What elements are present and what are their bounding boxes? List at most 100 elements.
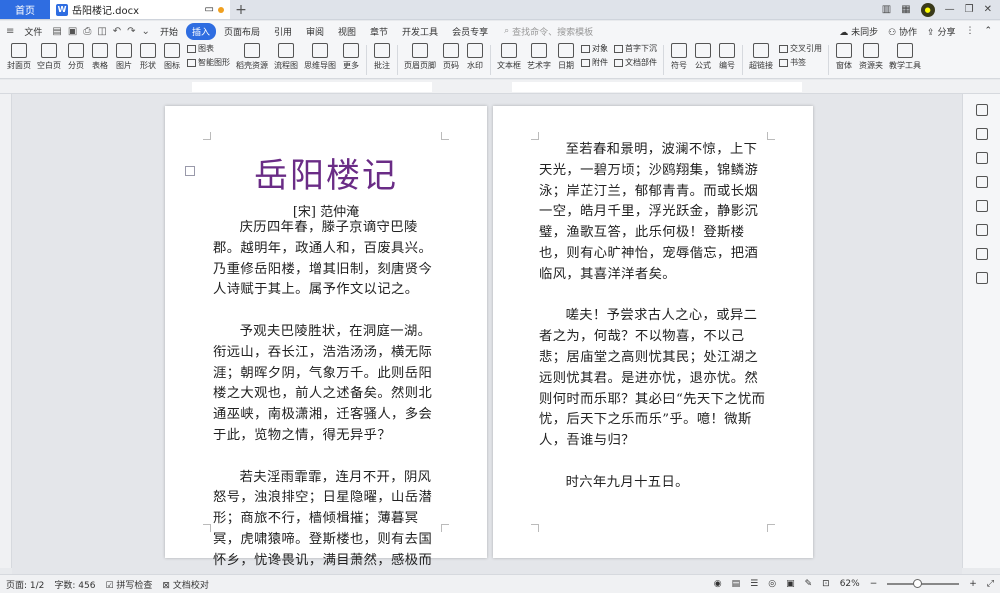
- menu-item-view[interactable]: 视图: [332, 23, 362, 40]
- style-icon[interactable]: [975, 104, 988, 116]
- print-icon[interactable]: ⎙: [81, 26, 93, 37]
- write-mode-icon[interactable]: ▣: [786, 579, 795, 589]
- close-icon[interactable]: ✕: [984, 4, 992, 15]
- header-footer-button[interactable]: 页眉页脚: [401, 43, 439, 71]
- screen-icon[interactable]: ▭: [205, 4, 214, 15]
- picture-button[interactable]: 图片: [112, 43, 136, 71]
- cover-page-button[interactable]: 封面页: [4, 43, 34, 71]
- location-icon[interactable]: [975, 248, 988, 260]
- avatar[interactable]: ●: [920, 2, 935, 17]
- comment-button[interactable]: 批注: [370, 43, 394, 71]
- more-icon[interactable]: ⋮: [965, 26, 974, 36]
- zoom-slider-handle[interactable]: [913, 579, 923, 588]
- save-icon[interactable]: ▣: [66, 26, 79, 37]
- eye-protect-icon[interactable]: ◉: [714, 579, 722, 589]
- flowchart-icon: [278, 43, 294, 58]
- symbol-button[interactable]: 符号: [667, 43, 691, 71]
- menu-item-chapter[interactable]: 章节: [364, 23, 394, 40]
- date-button[interactable]: 日期: [554, 43, 578, 71]
- crossref-button[interactable]: 交叉引用: [779, 43, 822, 54]
- page-view-icon[interactable]: ▤: [732, 579, 741, 589]
- proofread-button[interactable]: ⊠ 文档校对: [162, 578, 208, 591]
- doc-parts-button[interactable]: 文档部件: [614, 57, 657, 68]
- blank-page-button[interactable]: 空白页: [34, 43, 64, 71]
- preview-icon[interactable]: ◫: [95, 26, 108, 37]
- label: 图表: [198, 44, 214, 53]
- chart-button[interactable]: 图表: [187, 43, 230, 54]
- command-search[interactable]: ⌕ 查找命令、搜索模板: [504, 25, 593, 38]
- menu-item-devtools[interactable]: 开发工具: [396, 23, 444, 40]
- page-break-button[interactable]: 分页: [64, 43, 88, 71]
- translate-icon[interactable]: [975, 224, 988, 236]
- more-button[interactable]: 更多: [339, 43, 363, 71]
- web-view-icon[interactable]: ◎: [768, 579, 776, 589]
- document-canvas[interactable]: 岳阳楼记 [宋] 范仲淹 庆历四年春，滕子京谪守巴陵郡。越明年，政通人和，百废具…: [12, 94, 962, 589]
- spell-check-toggle[interactable]: ☑ 拼写检查: [105, 578, 152, 591]
- pen-icon[interactable]: ✎: [805, 579, 813, 589]
- redo-icon[interactable]: ↷: [125, 26, 137, 37]
- zoom-in-button[interactable]: +: [969, 579, 977, 589]
- textbox-button[interactable]: 文本框: [494, 43, 524, 71]
- menu-item-reference[interactable]: 引用: [268, 23, 298, 40]
- collab-button[interactable]: ⚇ 协作: [888, 25, 917, 38]
- share-button[interactable]: ⇪ 分享: [927, 25, 955, 38]
- restore-icon[interactable]: ❐: [965, 4, 974, 15]
- fit-page-icon[interactable]: ⊡: [822, 579, 830, 589]
- menu-item-member[interactable]: 会员专享: [446, 23, 494, 40]
- table-button[interactable]: 表格: [88, 43, 112, 71]
- doc-icon[interactable]: [975, 128, 988, 140]
- zoom-slider[interactable]: [887, 579, 960, 588]
- outline-view-icon[interactable]: ☰: [750, 579, 758, 589]
- page-1[interactable]: 岳阳楼记 [宋] 范仲淹 庆历四年春，滕子京谪守巴陵郡。越明年，政通人和，百废具…: [165, 106, 487, 589]
- page-2[interactable]: 至若春和景明，波澜不惊，上下天光，一碧万顷；沙鸥翔集，锦鳞游泳；岸芷汀兰，郁郁青…: [493, 106, 813, 558]
- icon-button[interactable]: 图标: [160, 43, 184, 71]
- settings-sliders-icon[interactable]: [975, 176, 988, 188]
- shape-button[interactable]: 形状: [136, 43, 160, 71]
- wordart-button[interactable]: 艺术字: [524, 43, 554, 71]
- menu-file[interactable]: 文件: [18, 23, 48, 40]
- tab-home[interactable]: 首页: [0, 0, 50, 19]
- flowchart-button[interactable]: 流程图: [271, 43, 301, 71]
- page-count[interactable]: 页面: 1/2: [6, 578, 44, 591]
- collapse-ribbon-icon[interactable]: ⌃: [984, 26, 992, 36]
- menu-item-start[interactable]: 开始: [154, 23, 184, 40]
- numbering-button[interactable]: 编号: [715, 43, 739, 71]
- vertical-ruler[interactable]: [0, 94, 12, 568]
- zoom-level[interactable]: 62%: [840, 579, 860, 589]
- teaching-tools-button[interactable]: 教学工具: [886, 43, 924, 71]
- form-button[interactable]: 窗体: [832, 43, 856, 71]
- open-icon[interactable]: ▤: [50, 26, 63, 37]
- book-icon[interactable]: [975, 272, 988, 284]
- docer-resource-button[interactable]: 稻壳资源: [233, 43, 271, 71]
- layout-icon[interactable]: ▥: [882, 4, 891, 15]
- menu-item-insert[interactable]: 插入: [185, 22, 216, 40]
- page-number-button[interactable]: 页码: [439, 43, 463, 71]
- new-tab-button[interactable]: +: [230, 0, 252, 19]
- resource-folder-button[interactable]: 资源夹: [856, 43, 886, 71]
- watermark-button[interactable]: 水印: [463, 43, 487, 71]
- menu-item-layout[interactable]: 页面布局: [218, 23, 266, 40]
- horizontal-ruler[interactable]: [0, 80, 1000, 94]
- grid-icon[interactable]: ▦: [901, 4, 910, 15]
- hyperlink-button[interactable]: 超链接: [746, 43, 776, 71]
- menu-item-review[interactable]: 审阅: [300, 23, 330, 40]
- object-button[interactable]: 对象: [581, 43, 608, 54]
- dropcap-button[interactable]: 首字下沉: [614, 43, 657, 54]
- smart-art-button[interactable]: 智能图形: [187, 57, 230, 68]
- hamburger-icon[interactable]: ≡: [4, 26, 16, 37]
- chevron-down-icon[interactable]: ⌄: [140, 26, 152, 37]
- minimize-icon[interactable]: —: [945, 4, 955, 15]
- help-icon[interactable]: [975, 200, 988, 212]
- attachment-button[interactable]: 附件: [581, 57, 608, 68]
- cursor-icon[interactable]: [975, 152, 988, 164]
- undo-icon[interactable]: ↶: [111, 26, 123, 37]
- form-icon: [836, 43, 852, 58]
- tab-document[interactable]: W 岳阳楼记.docx ▭: [50, 0, 230, 19]
- zoom-out-button[interactable]: −: [870, 579, 878, 589]
- sync-button[interactable]: ☁ 未同步: [839, 25, 878, 38]
- fullscreen-icon[interactable]: ⤢: [987, 579, 994, 589]
- mindmap-button[interactable]: 思维导图: [301, 43, 339, 71]
- bookmark-button[interactable]: 书签: [779, 57, 822, 68]
- word-count[interactable]: 字数: 456: [54, 578, 95, 591]
- formula-button[interactable]: 公式: [691, 43, 715, 71]
